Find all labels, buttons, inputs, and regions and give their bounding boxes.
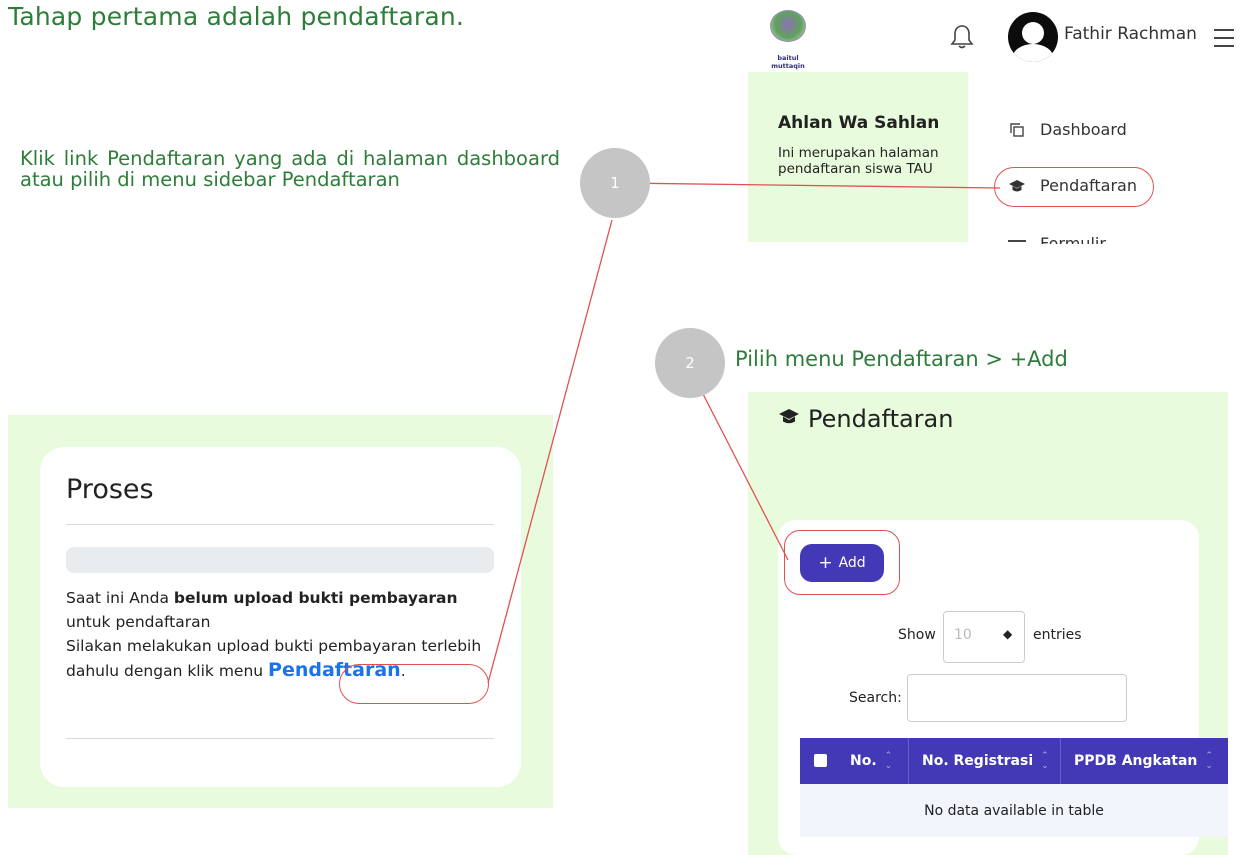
column-separator: [1060, 738, 1061, 784]
highlight-ring-link: [339, 664, 489, 704]
welcome-line-2: pendaftaran siswa TAU: [778, 161, 933, 177]
column-label: No.: [850, 753, 877, 769]
entries-select-value: 10: [954, 627, 972, 643]
avatar-body: [1012, 44, 1054, 62]
avatar[interactable]: [1008, 12, 1058, 62]
progress-bar: [66, 547, 494, 573]
search-input[interactable]: [907, 674, 1127, 722]
list-icon: [1008, 232, 1026, 244]
step-1-badge: 1: [580, 148, 650, 218]
message-bold: belum upload bukti pembayaran: [173, 589, 458, 607]
message-text: untuk pendaftaran: [66, 613, 211, 631]
page-title: Tahap pertama adalah pendaftaran.: [8, 2, 465, 31]
school-logo[interactable]: baitul muttaqin: [760, 10, 816, 70]
table-empty-row: No data available in table: [800, 784, 1228, 837]
step-2-badge: 2: [655, 328, 725, 398]
proses-title: Proses: [66, 474, 154, 505]
instruction-step-1: Klik link Pendaftaran yang ada di halama…: [20, 147, 560, 191]
column-header-angkatan[interactable]: PPDB Angkatan ⌃ ⌄: [1074, 751, 1213, 771]
column-label: PPDB Angkatan: [1074, 753, 1198, 769]
sort-icon: ⌃ ⌄: [1205, 751, 1213, 771]
sort-icon: ⌃ ⌄: [884, 751, 893, 771]
welcome-heading: Ahlan Wa Sahlan: [778, 113, 940, 133]
copy-icon: [1008, 121, 1026, 139]
select-caret-icon: ◆: [1003, 627, 1013, 641]
sidebar-item-label: Dashboard: [1040, 120, 1127, 139]
pendaftaran-title: Pendaftaran: [778, 405, 953, 433]
highlight-ring-add: [784, 530, 900, 595]
user-name[interactable]: Fathir Rachman: [1064, 24, 1197, 44]
column-header-no[interactable]: No. ⌃ ⌄: [850, 751, 892, 771]
column-separator: [908, 738, 909, 784]
instruction-step-2: Pilih menu Pendaftaran > +Add: [735, 347, 1068, 371]
divider: [66, 738, 494, 739]
column-header-registrasi[interactable]: No. Registrasi ⌃ ⌄: [922, 751, 1049, 771]
avatar-head: [1022, 22, 1044, 44]
sort-icon: ⌃ ⌄: [1041, 751, 1049, 771]
welcome-line-1: Ini merupakan halaman: [778, 145, 939, 161]
table-header: No. ⌃ ⌄ No. Registrasi ⌃ ⌄ PPDB Angkatan ⌃…: [800, 738, 1228, 784]
select-all-checkbox[interactable]: [814, 754, 827, 767]
pendaftaran-title-text: Pendaftaran: [808, 405, 954, 433]
highlight-ring-sidebar: [994, 167, 1154, 207]
sidebar-menu: [968, 72, 1250, 242]
sidebar-item-formulir[interactable]: Formulir: [1008, 232, 1106, 244]
hamburger-menu-icon[interactable]: [1214, 29, 1234, 47]
column-label: No. Registrasi: [922, 753, 1034, 769]
search-label: Search:: [849, 690, 902, 706]
logo-caption: baitul muttaqin: [771, 54, 805, 70]
show-label: Show: [898, 627, 936, 643]
bell-icon[interactable]: [950, 24, 974, 50]
entries-label: entries: [1033, 627, 1082, 643]
welcome-text: Ini merupakan halaman pendaftaran siswa …: [778, 145, 968, 177]
sidebar-item-label: Formulir: [1040, 234, 1106, 244]
graduation-cap-icon: [778, 405, 800, 433]
school-emblem-icon: [770, 10, 806, 42]
message-text: Saat ini Anda: [66, 589, 174, 607]
sidebar-item-dashboard[interactable]: Dashboard: [1008, 120, 1127, 139]
divider: [66, 524, 494, 525]
